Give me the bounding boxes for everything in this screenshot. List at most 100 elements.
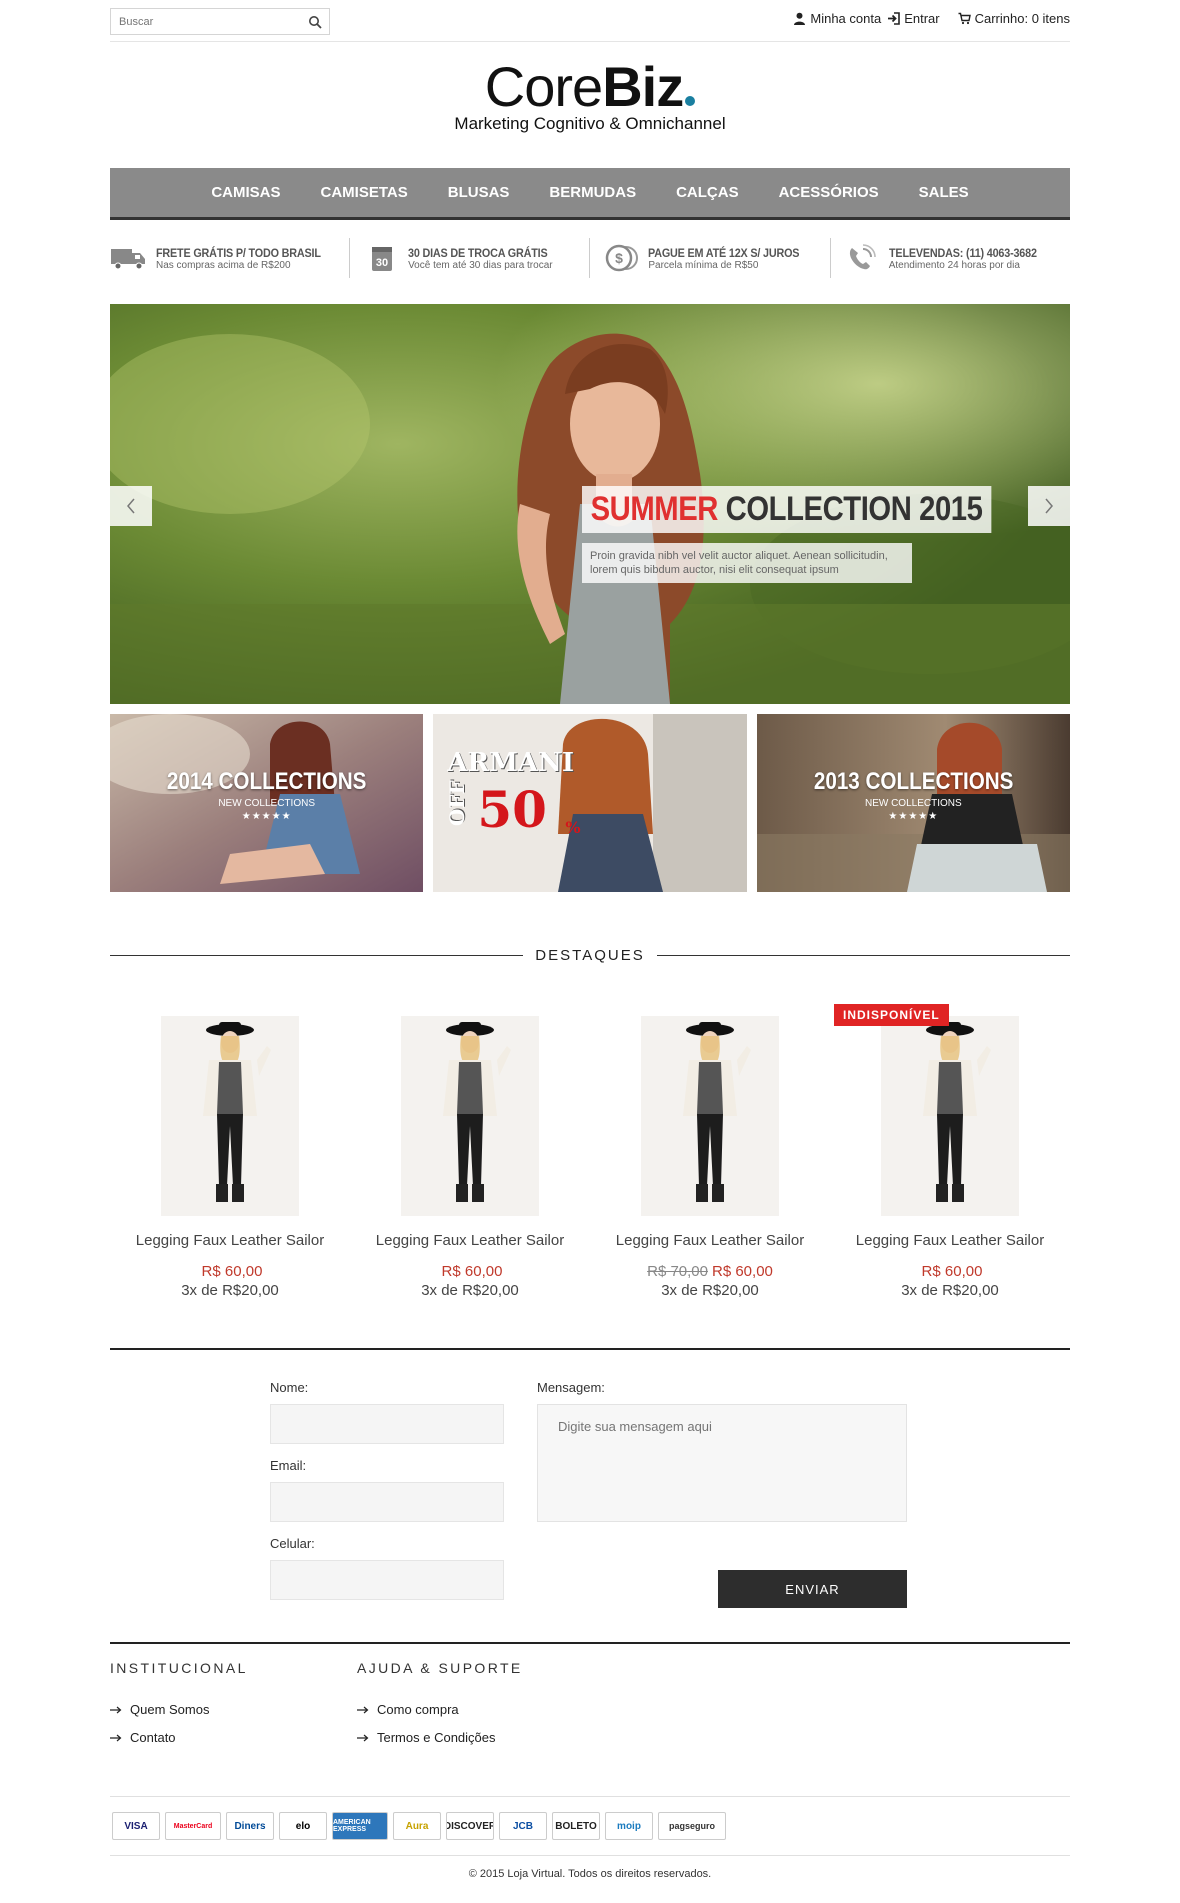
banner-caption: 2014 COLLECTIONS NEW COLLECTIONS ★★★★★ <box>110 768 423 822</box>
benefit-title: TELEVENDAS: (11) 4063-3682 <box>888 245 1037 260</box>
product-name[interactable]: Legging Faux Leather Sailor <box>110 1232 350 1249</box>
payment-moip-icon: moip <box>605 1812 653 1840</box>
banner-2014-collections[interactable]: 2014 COLLECTIONS NEW COLLECTIONS ★★★★★ <box>110 714 424 892</box>
hero-title: SUMMER COLLECTION 2015 <box>582 486 992 533</box>
product-name[interactable]: Legging Faux Leather Sailor <box>350 1232 590 1249</box>
email-field[interactable] <box>270 1482 504 1522</box>
unavailable-badge: INDISPONÍVEL <box>834 1004 949 1026</box>
top-bar: Minha conta Entrar Carrinho: 0 itens <box>110 6 1070 42</box>
product-image[interactable] <box>641 1016 779 1216</box>
nav-item-blusas[interactable]: Blusas <box>428 184 530 201</box>
product-installments: 3x de R$20,00 <box>661 1282 759 1299</box>
send-button[interactable]: ENVIAR <box>718 1570 907 1608</box>
footer-link-termos[interactable]: Termos e Condições <box>357 1730 523 1745</box>
sign-in-icon <box>888 12 901 25</box>
product-old-price: R$ 70,00 <box>647 1263 708 1280</box>
benefit-subtitle: Atendimento 24 horas por dia <box>888 259 1020 271</box>
product-price: R$ 60,00 <box>110 1263 350 1280</box>
product-card[interactable]: Legging Faux Leather Sailor R$ 60,00 3x … <box>830 1004 1070 1304</box>
product-image[interactable] <box>881 1016 1019 1216</box>
nav-item-camisas[interactable]: Camisas <box>191 184 300 201</box>
nav-item-calcas[interactable]: Calças <box>656 184 759 201</box>
payment-elo-icon: elo <box>279 1812 327 1840</box>
banner-armani-50-off[interactable]: ARMANI 50 % OFF <box>433 714 747 892</box>
benefit-phone-sales: TELEVENDAS: (11) 4063-3682 Atendimento 24… <box>831 238 1070 278</box>
footer-heading: INSTITUCIONAL <box>110 1660 248 1676</box>
logo-tagline: Marketing Cognitivo & Omnichannel <box>454 114 726 133</box>
banner-title: 2014 COLLECTIONS <box>166 768 367 795</box>
product-name[interactable]: Legging Faux Leather Sailor <box>590 1232 830 1249</box>
search-input[interactable] <box>111 9 296 34</box>
banner-off: OFF <box>445 780 470 826</box>
divider <box>110 1642 1070 1644</box>
logo-dot-icon <box>685 96 696 106</box>
chevron-left-icon <box>127 498 135 514</box>
nav-item-sales[interactable]: Sales <box>899 184 989 201</box>
login-link[interactable]: Entrar <box>887 11 940 26</box>
nav-item-bermudas[interactable]: Bermudas <box>529 184 656 201</box>
phone-icon <box>849 244 876 270</box>
banner-brand: ARMANI <box>447 748 574 778</box>
footer-link-como-compra[interactable]: Como compra <box>357 1702 523 1717</box>
message-field[interactable] <box>537 1404 907 1522</box>
my-account-link[interactable]: Minha conta <box>793 11 881 26</box>
product-card[interactable]: Legging Faux Leather Sailor R$ 60,00 3x … <box>350 1004 590 1304</box>
banner-2013-collections[interactable]: 2013 COLLECTIONS NEW COLLECTIONS ★★★★★ <box>756 714 1070 892</box>
footer-heading: AJUDA & SUPORTE <box>357 1660 523 1676</box>
product-current-price: R$ 60,00 <box>441 1263 503 1280</box>
search-icon[interactable] <box>308 15 322 29</box>
arrow-right-icon <box>110 1706 122 1713</box>
banner-subtitle: NEW COLLECTIONS <box>218 798 315 809</box>
divider <box>110 1348 1070 1350</box>
cart-icon <box>958 12 971 25</box>
payment-pagseguro-icon: pagseguro <box>658 1812 726 1840</box>
user-icon <box>794 12 806 25</box>
product-grid: Legging Faux Leather Sailor R$ 60,00 3x … <box>110 1004 1070 1304</box>
featured-section-title: DESTAQUES <box>110 940 1070 970</box>
slider-prev-button[interactable] <box>110 486 152 526</box>
promo-banners: 2014 COLLECTIONS NEW COLLECTIONS ★★★★★ A… <box>110 714 1070 892</box>
benefit-subtitle: Você tem até 30 dias para trocar <box>408 259 553 271</box>
banner-subtitle: NEW COLLECTIONS <box>864 798 962 809</box>
search-box <box>110 8 330 35</box>
product-price: R$ 70,00 R$ 60,00 <box>590 1263 830 1280</box>
product-current-price: R$ 60,00 <box>921 1263 983 1280</box>
name-label: Nome: <box>270 1380 309 1395</box>
payment-boleto-icon: BOLETO <box>552 1812 600 1840</box>
arrow-right-icon <box>357 1734 369 1741</box>
payment-discover-icon: DISCOVER <box>446 1812 494 1840</box>
rating-stars-icon: ★★★★★ <box>888 811 939 822</box>
banner-percent: % <box>565 818 581 837</box>
nav-item-camisetas[interactable]: Camisetas <box>301 184 428 201</box>
footer-col-institucional: INSTITUCIONAL Quem Somos Contato <box>110 1660 248 1758</box>
product-card[interactable]: Legging Faux Leather Sailor R$ 60,00 3x … <box>110 1004 350 1304</box>
banner-title: 2013 COLLECTIONS <box>813 768 1014 795</box>
phone-field[interactable] <box>270 1560 504 1600</box>
account-links: Minha conta Entrar Carrinho: 0 itens <box>793 11 1070 26</box>
cart-link[interactable]: Carrinho: 0 itens <box>958 11 1070 26</box>
name-field[interactable] <box>270 1404 504 1444</box>
product-current-price: R$ 60,00 <box>201 1263 263 1280</box>
benefit-subtitle: Parcela mínima de R$50 <box>648 259 759 271</box>
product-image[interactable] <box>161 1016 299 1216</box>
product-installments: 3x de R$20,00 <box>901 1282 999 1299</box>
truck-icon <box>111 249 145 270</box>
divider <box>656 954 1070 956</box>
footer-link-quem-somos[interactable]: Quem Somos <box>110 1702 248 1717</box>
login-label: Entrar <box>904 11 940 26</box>
product-current-price: R$ 60,00 <box>712 1263 773 1280</box>
footer-link-contato[interactable]: Contato <box>110 1730 248 1745</box>
copyright: © 2015 Loja Virtual. Todos os direitos r… <box>468 1868 712 1880</box>
nav-item-acessorios[interactable]: Acessórios <box>759 184 899 201</box>
product-image[interactable] <box>401 1016 539 1216</box>
payment-diners-icon: Diners <box>226 1812 274 1840</box>
payment-mastercard-icon: MasterCard <box>165 1812 221 1840</box>
site-logo[interactable]: CoreBiz Marketing Cognitivo & Omnichanne… <box>110 58 1070 138</box>
benefit-free-exchange: 30 30 DIAS DE TROCA GRÁTIS Você tem até 3… <box>350 238 591 278</box>
calendar-30-icon: 30 <box>372 247 393 271</box>
product-name[interactable]: Legging Faux Leather Sailor <box>830 1232 1070 1249</box>
hero-slider: SUMMER COLLECTION 2015 Proin gravida nib… <box>110 304 1070 704</box>
footer-col-ajuda: AJUDA & SUPORTE Como compra Termos e Con… <box>357 1660 523 1758</box>
payment-aura-icon: Aura <box>393 1812 441 1840</box>
product-card[interactable]: Legging Faux Leather Sailor R$ 70,00 R$ 6… <box>590 1004 830 1304</box>
